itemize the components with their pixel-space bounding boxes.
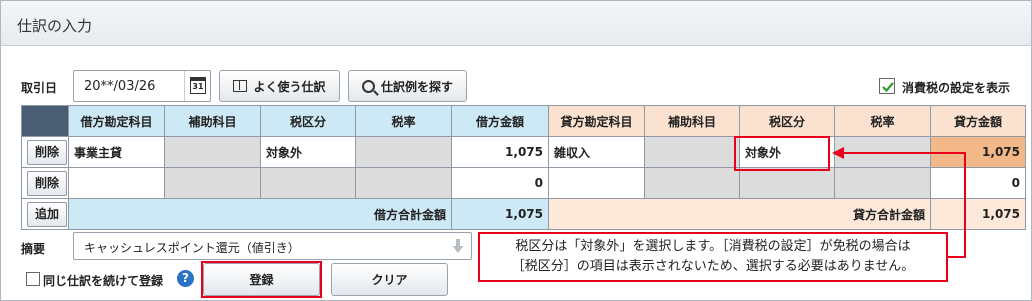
annotation-arrow xyxy=(832,147,966,258)
